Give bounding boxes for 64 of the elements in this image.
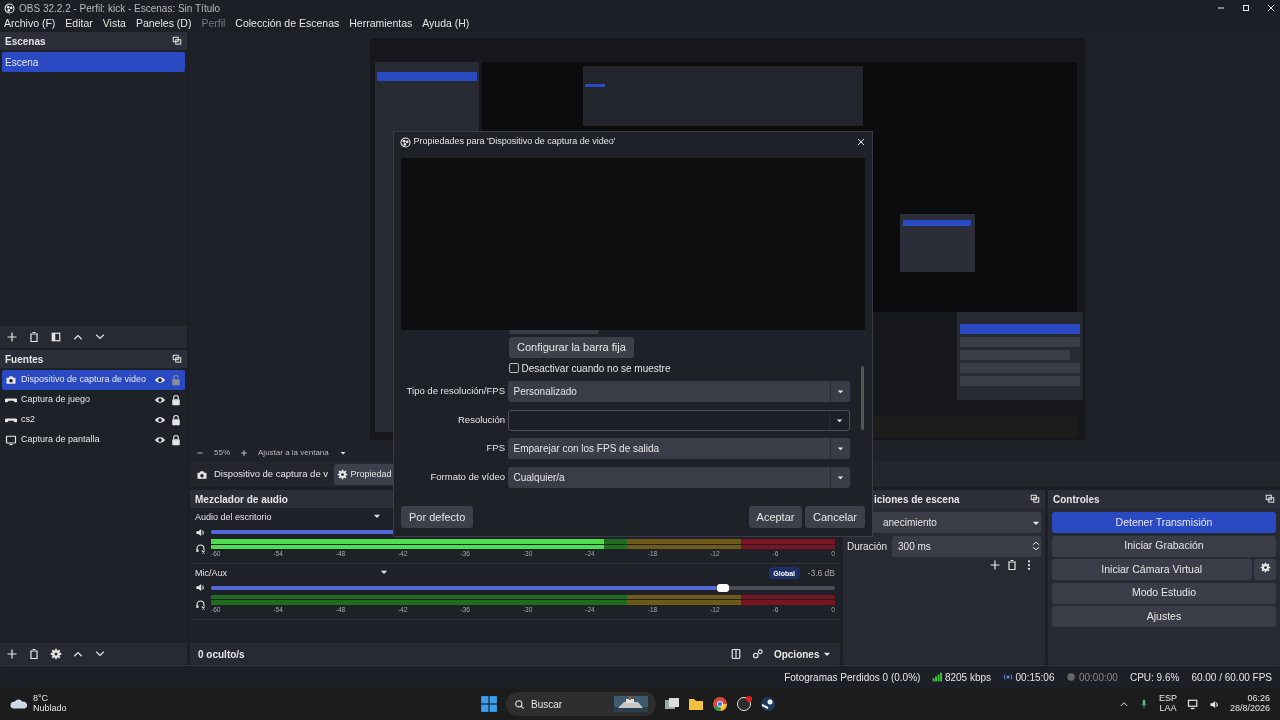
dropdown-field[interactable]: Cualquier/a — [507, 466, 850, 488]
menu-item[interactable]: Paneles (D) — [135, 16, 192, 32]
accept-button[interactable]: Aceptar — [748, 506, 803, 528]
menu-item[interactable]: Archivo (F) — [4, 16, 56, 32]
control-button[interactable]: Iniciar Cámara Virtual — [1052, 559, 1252, 580]
panel-title: Fuentes — [5, 352, 44, 367]
panel-title: Mezclador de audio — [195, 492, 288, 507]
duration-field[interactable]: 300 ms — [892, 535, 1041, 557]
control-button[interactable]: Ajustes — [1052, 606, 1276, 627]
source-item[interactable]: Captura de pantalla — [2, 430, 185, 450]
dropdown-field[interactable]: Personalizado — [507, 381, 850, 402]
channel-name: Audio del escritorio — [195, 510, 272, 524]
dialog-title: Propiedades para 'Dispositivo de captura de video' — [413, 135, 617, 149]
channel-name: Mic/Aux — [195, 566, 227, 580]
menu-item[interactable]: Herramientas — [349, 16, 413, 32]
menu-item[interactable]: Colección de Escenas — [235, 16, 340, 32]
dropped-frames: Fotogramas Perdidos 0 (0.0%) — [784, 669, 921, 685]
clock-time[interactable]: 06:26 — [1229, 694, 1270, 704]
scene-item[interactable]: Escena — [2, 52, 185, 72]
menu-item[interactable]: Vista — [102, 16, 126, 32]
field-label: Tipo de resolución/FPS — [405, 384, 505, 399]
checkbox-label: Desactivar cuando no se muestre — [521, 361, 671, 376]
source-name: cs2 — [21, 413, 36, 427]
fps-reading: 60.00 / 60.00 FPS — [1191, 670, 1272, 685]
input-language[interactable]: ESP — [1158, 694, 1177, 704]
window-title: OBS 32.2.2 - Perfil: kick - Escenas: Sin Título — [19, 1, 220, 16]
duration-label: Duración — [847, 539, 888, 554]
source-name: Dispositivo de captura de video — [21, 373, 148, 387]
weather-condition: Nublado — [33, 704, 67, 714]
control-button[interactable]: Modo Estudio — [1052, 582, 1276, 604]
source-name: Captura de juego — [21, 393, 92, 407]
field-label: Formato de vídeo — [429, 469, 505, 484]
panel-title: Controles — [1053, 492, 1100, 507]
properties-button[interactable]: Propiedad — [334, 464, 395, 485]
zoom-level: 55% — [214, 447, 230, 459]
hidden-count: 0 oculto/s — [198, 647, 246, 662]
temperature: 8°C — [33, 694, 50, 704]
control-button[interactable]: Detener Transmisión — [1052, 512, 1276, 533]
control-button[interactable]: Iniciar Grabación — [1052, 535, 1276, 557]
menu-item[interactable]: Ayuda (H) — [422, 16, 470, 32]
panel-title: Escenas — [5, 34, 46, 49]
configure-button[interactable]: Configurar la barra fija — [509, 336, 634, 358]
keyboard-layout[interactable]: LAA — [1158, 704, 1177, 714]
source-name: Dispositivo de captura de v — [214, 467, 329, 482]
volume-reading: -3.6 dB — [807, 566, 835, 580]
field-label: Resolución — [457, 412, 505, 427]
default-button[interactable]: Por defecto — [401, 506, 474, 528]
dropdown-field[interactable]: Emparejar con los FPS de salida — [507, 438, 850, 459]
stream-time: 00:15:06 — [1015, 670, 1055, 685]
search-field[interactable]: Buscar — [506, 692, 656, 716]
options-button[interactable]: Opciones — [773, 646, 832, 662]
zoom-fit-dropdown[interactable]: Ajustar a la ventana — [258, 447, 329, 459]
clock-date[interactable]: 28/8/2026 — [1229, 704, 1270, 714]
bitrate: 8205 kbps — [944, 670, 992, 685]
source-item[interactable]: cs2 — [2, 410, 185, 430]
cpu-usage: CPU: 9.6% — [1129, 670, 1180, 685]
field-label: FPS — [485, 441, 505, 456]
menu-item[interactable]: Editar — [65, 16, 93, 32]
source-item[interactable]: Dispositivo de captura de video — [2, 370, 185, 390]
cancel-button[interactable]: Cancelar — [804, 506, 865, 528]
source-item[interactable]: Captura de juego — [2, 390, 185, 410]
panel-title: iciones de escena — [873, 492, 960, 507]
source-name: Captura de pantalla — [21, 433, 101, 447]
record-time: 00:00:00 — [1078, 670, 1118, 685]
